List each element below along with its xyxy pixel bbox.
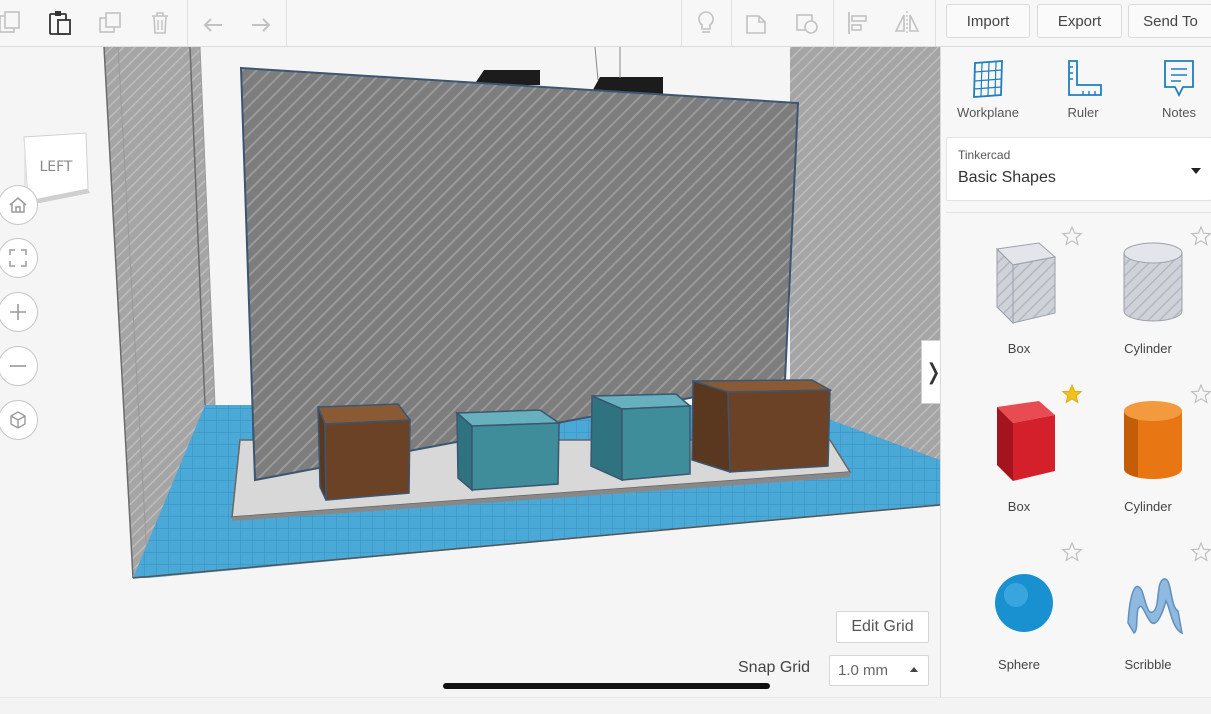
shape-label: Sphere (998, 657, 1040, 672)
workplane-label: Workplane (957, 105, 1019, 120)
undo-icon (203, 18, 222, 32)
cylinder-solid-icon (1124, 401, 1182, 479)
shape-label: Scribble (1124, 657, 1172, 672)
shape-sphere[interactable]: Sphere (959, 541, 1083, 672)
copy-icon (0, 11, 20, 33)
shape-scribble[interactable]: Scribble (1088, 541, 1211, 672)
duplicate-button[interactable] (95, 0, 127, 46)
home-indicator (443, 683, 770, 689)
library-name: Basic Shapes (958, 169, 1056, 186)
shapes-panel: Workplane Ruler Notes Tinkercad Basic Sh… (940, 47, 1211, 697)
snap-grid-label: Snap Grid (738, 659, 811, 676)
plus-icon (10, 304, 26, 320)
teal-box-right[interactable] (590, 393, 692, 482)
ruler-tool[interactable]: Ruler (1041, 57, 1125, 120)
shape-label: Cylinder (1124, 499, 1172, 514)
shape-library-select[interactable]: Tinkercad Basic Shapes (946, 137, 1211, 201)
group-icon (746, 15, 766, 34)
sphere-icon (995, 574, 1053, 632)
redo-button[interactable] (244, 0, 278, 46)
teal-box-left[interactable] (455, 409, 562, 492)
caret-up-icon (910, 667, 918, 672)
import-button[interactable]: Import (946, 4, 1030, 38)
workplane-tool[interactable]: Workplane (946, 57, 1030, 120)
view-cube-face-label: LEFT (39, 159, 72, 175)
ungroup-icon (796, 14, 818, 34)
shape-label: Box (1007, 499, 1031, 514)
star-filled-icon[interactable] (1061, 383, 1083, 405)
notes-tool[interactable]: Notes (1137, 57, 1211, 120)
group-button[interactable] (740, 0, 774, 46)
home-icon (9, 197, 27, 213)
cylinder-hole-icon (1123, 242, 1183, 322)
send-to-button[interactable]: Send To (1128, 4, 1211, 38)
toolbar-divider (833, 0, 834, 46)
box-solid-icon (997, 401, 1055, 481)
shape-label: Box (1007, 341, 1031, 356)
duplicate-icon (99, 12, 121, 33)
bottom-strip (0, 697, 1211, 714)
scene-canvas[interactable] (0, 47, 940, 697)
brown-box-left[interactable] (316, 403, 412, 501)
align-icon (848, 12, 867, 34)
copy-button[interactable] (0, 0, 28, 46)
show-notes-button[interactable] (690, 0, 722, 46)
notes-icon (1164, 60, 1194, 98)
dropdown-icon (1191, 168, 1201, 174)
star-outline-icon[interactable] (1061, 541, 1083, 563)
snap-grid-select[interactable]: 1.0 mm (829, 655, 929, 686)
delete-button[interactable] (144, 0, 176, 46)
shape-box-solid[interactable]: Box (959, 383, 1083, 514)
star-outline-icon[interactable] (1061, 225, 1083, 247)
shape-cylinder-hole[interactable]: Cylinder (1088, 225, 1211, 356)
ruler-icon (1068, 60, 1102, 96)
toolbar-divider (187, 0, 188, 46)
toolbar-divider (286, 0, 287, 46)
brown-box-right[interactable] (691, 379, 833, 474)
star-outline-icon[interactable] (1190, 383, 1211, 405)
3d-viewport[interactable]: LEFT ❭ Edit Grid Snap Grid 1.0 mm (0, 47, 940, 697)
cube-icon (10, 411, 26, 429)
star-outline-icon[interactable] (1190, 541, 1211, 563)
notes-label: Notes (1162, 105, 1196, 120)
mirror-icon (894, 11, 920, 35)
trash-icon (152, 12, 168, 34)
library-category: Tinkercad (958, 148, 1011, 162)
box-hole-icon (995, 242, 1057, 325)
collapse-panel-button[interactable]: ❭ (921, 340, 940, 404)
mirror-button[interactable] (890, 0, 924, 46)
main-toolbar: Import Export Send To (0, 0, 1211, 47)
paste-icon (49, 11, 71, 35)
chevron-right-icon: ❭ (924, 360, 940, 385)
fit-to-view-icon (9, 249, 27, 267)
shape-box-hole[interactable]: Box (959, 225, 1083, 356)
panel-divider (946, 212, 1211, 213)
edit-grid-button[interactable]: Edit Grid (836, 611, 929, 643)
toolbar-divider (731, 0, 732, 46)
minus-icon (10, 365, 26, 367)
toolbar-divider (935, 0, 936, 46)
ruler-label: Ruler (1067, 105, 1099, 120)
snap-grid-value: 1.0 mm (838, 662, 889, 679)
star-outline-icon[interactable] (1190, 225, 1211, 247)
toolbar-divider (681, 0, 682, 46)
shape-label: Cylinder (1124, 341, 1172, 356)
lightbulb-icon (698, 11, 714, 33)
paste-button[interactable] (44, 0, 76, 46)
ungroup-button[interactable] (790, 0, 824, 46)
undo-button[interactable] (196, 0, 230, 46)
export-button[interactable]: Export (1037, 4, 1122, 38)
redo-icon (252, 18, 271, 32)
shape-cylinder-solid[interactable]: Cylinder (1088, 383, 1211, 514)
workplane-icon (973, 60, 1003, 98)
scribble-icon (1127, 578, 1183, 635)
align-button[interactable] (842, 0, 874, 46)
